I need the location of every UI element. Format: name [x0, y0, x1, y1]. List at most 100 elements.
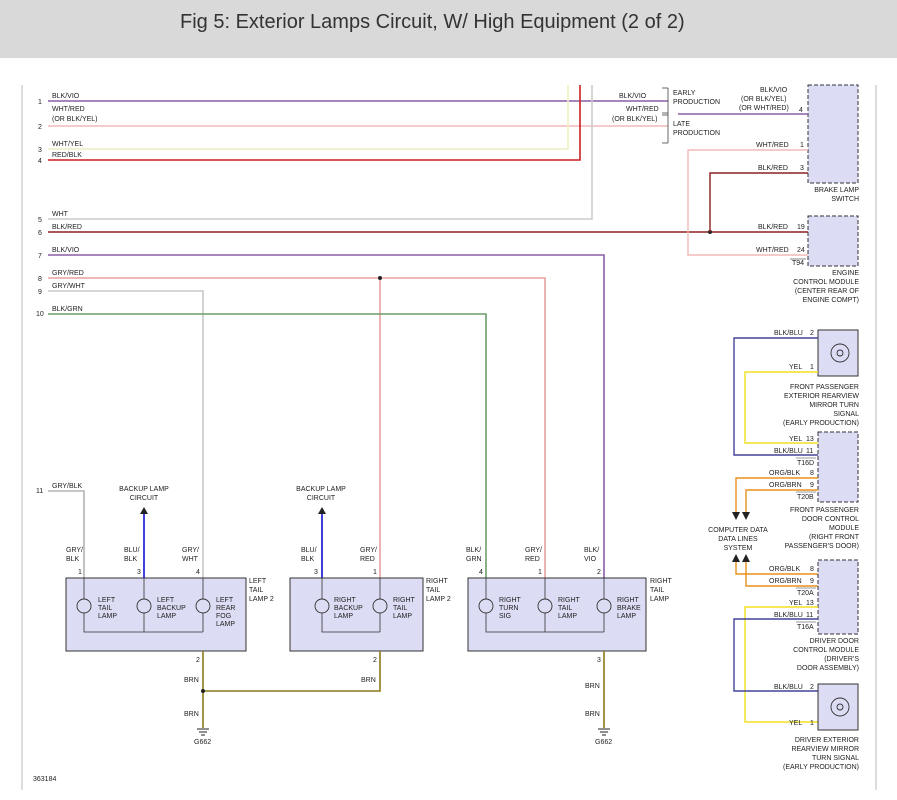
wire-label: YEL: [789, 364, 802, 371]
wire-label: WHT/RED: [626, 106, 659, 113]
pin-number: 24: [797, 247, 805, 254]
late-production-label: PRODUCTION: [673, 130, 720, 137]
wire-label: GRY/RED: [52, 270, 84, 277]
line-number: 6: [38, 230, 42, 237]
wire-label: BLU/: [301, 547, 317, 554]
wire-label: BRN: [184, 711, 199, 718]
line-number: 1: [38, 99, 42, 106]
wire-label: (OR BLK/YEL): [612, 116, 658, 123]
wire-label: VIO: [584, 556, 597, 563]
brn-wire-mid: [203, 651, 381, 692]
line-number: 4: [38, 158, 42, 165]
figure-reference: 363184: [33, 776, 57, 783]
component-label: DRIVER EXTERIOR: [795, 737, 859, 744]
brake-switch-wire-b: [687, 149, 808, 256]
wire-label: BLK/VIO: [619, 93, 647, 100]
lamp-label: LAMP: [216, 621, 235, 628]
driver-mirror-turn-signal: BLK/BLU 2 YEL 1 DRIVER EXTERIOR REARVIEW…: [774, 683, 859, 771]
connector-id: T20B: [797, 494, 814, 501]
ground-id: G662: [194, 739, 211, 746]
pin-number: 11: [806, 612, 813, 619]
wire-label: YEL: [789, 436, 802, 443]
pin-number: 9: [810, 578, 814, 585]
wire-label: BLK/VIO: [760, 87, 788, 94]
wire-label: BRN: [361, 677, 376, 684]
connector-id: T20A: [797, 590, 814, 597]
wire-11: [48, 490, 85, 578]
component-label: TAIL: [249, 587, 263, 594]
early-production-label: PRODUCTION: [673, 99, 720, 106]
component-label: MIRROR TURN: [809, 402, 859, 409]
wire-3: [48, 85, 569, 150]
wire-8: [48, 277, 546, 578]
component-label: (CENTER REAR OF: [795, 288, 859, 295]
line-number: 8: [38, 276, 42, 283]
production-selector: EARLY PRODUCTION LATE PRODUCTION BLK/VIO…: [612, 87, 720, 144]
component-label: PASSENGER'S DOOR): [785, 543, 859, 550]
fp-mirror-wire-b: [744, 371, 818, 444]
component-label: SWITCH: [831, 196, 859, 203]
wire-label: BLK/GRN: [52, 306, 83, 313]
wire-label: ORG/BRN: [769, 482, 802, 489]
pin-number: 1: [800, 142, 804, 149]
ground-icon: [197, 728, 209, 736]
pin-number: 8: [810, 566, 814, 573]
lamp-label: LEFT: [216, 597, 234, 604]
lamp-label: LAMP: [334, 613, 353, 620]
lamp-label: BACKUP: [334, 605, 363, 612]
component-label: BRAKE LAMP: [814, 187, 859, 194]
component-label: CONTROL MODULE: [793, 279, 859, 286]
wire-label: WHT/RED: [52, 106, 85, 113]
component-label: LAMP 2: [249, 596, 274, 603]
wire-label: GRY/BLK: [52, 483, 83, 490]
pin-number: 4: [799, 107, 803, 114]
wire-label: BLK: [66, 556, 80, 563]
component-label: TAIL: [426, 587, 440, 594]
wire-label: BLK/BLU: [774, 448, 803, 455]
wire-5: [48, 85, 593, 220]
arrow-icon: [318, 507, 326, 514]
component-label: EXTERIOR REARVIEW: [784, 393, 859, 400]
wire-label: RED/BLK: [52, 152, 82, 159]
line-number: 2: [38, 124, 42, 131]
lamp-label: LAMP: [393, 613, 412, 620]
wire-label: WHT: [52, 211, 69, 218]
lamp-label: BRAKE: [617, 605, 641, 612]
backup-circuit-label: BACKUP LAMP: [119, 486, 169, 493]
pin-number: 13: [806, 600, 814, 607]
wire-label: BRN: [184, 677, 199, 684]
backup-circuit-label: BACKUP LAMP: [296, 486, 346, 493]
component-label: REARVIEW MIRROR: [791, 746, 859, 753]
wire-label: BLK/BLU: [774, 612, 803, 619]
lamp-label: LAMP: [98, 613, 117, 620]
data-lines-label: COMPUTER DATA: [708, 527, 768, 534]
ground-icon: [598, 728, 610, 736]
data-lines-label: SYSTEM: [724, 545, 753, 552]
late-production-label: LATE: [673, 121, 690, 128]
pin-number: 2: [373, 657, 377, 664]
lamp-label: LEFT: [157, 597, 175, 604]
pin-number: 3: [314, 569, 318, 576]
wire-label: BRN: [585, 711, 600, 718]
line-number: 7: [38, 253, 42, 260]
line-number: 10: [36, 311, 44, 318]
wire-label: RED: [525, 556, 540, 563]
wire-label: WHT/RED: [756, 247, 789, 254]
wire-label: GRY/WHT: [52, 283, 86, 290]
component-label: DRIVER DOOR: [810, 638, 859, 645]
arrow-icon: [140, 507, 148, 514]
wire-bus: 1 2 3 4 5 6 7 8 9 10 11 BLK/VIO WHT/RED …: [36, 85, 808, 578]
wire-label: BLK/: [584, 547, 599, 554]
pin-number: 3: [597, 657, 601, 664]
line-number: 11: [36, 488, 43, 495]
lamp-label: TAIL: [98, 605, 112, 612]
wire-label: BLU/: [124, 547, 140, 554]
wire-label: ORG/BLK: [769, 470, 800, 477]
component-label: (RIGHT FRONT: [809, 534, 860, 541]
wire-label: ORG/BLK: [769, 566, 800, 573]
component-label: RIGHT: [650, 578, 673, 585]
wire-label: YEL: [789, 720, 802, 727]
backup-circuit-label: CIRCUIT: [130, 495, 159, 502]
wire-label: WHT/RED: [756, 142, 789, 149]
wire-label: BLK: [124, 556, 138, 563]
